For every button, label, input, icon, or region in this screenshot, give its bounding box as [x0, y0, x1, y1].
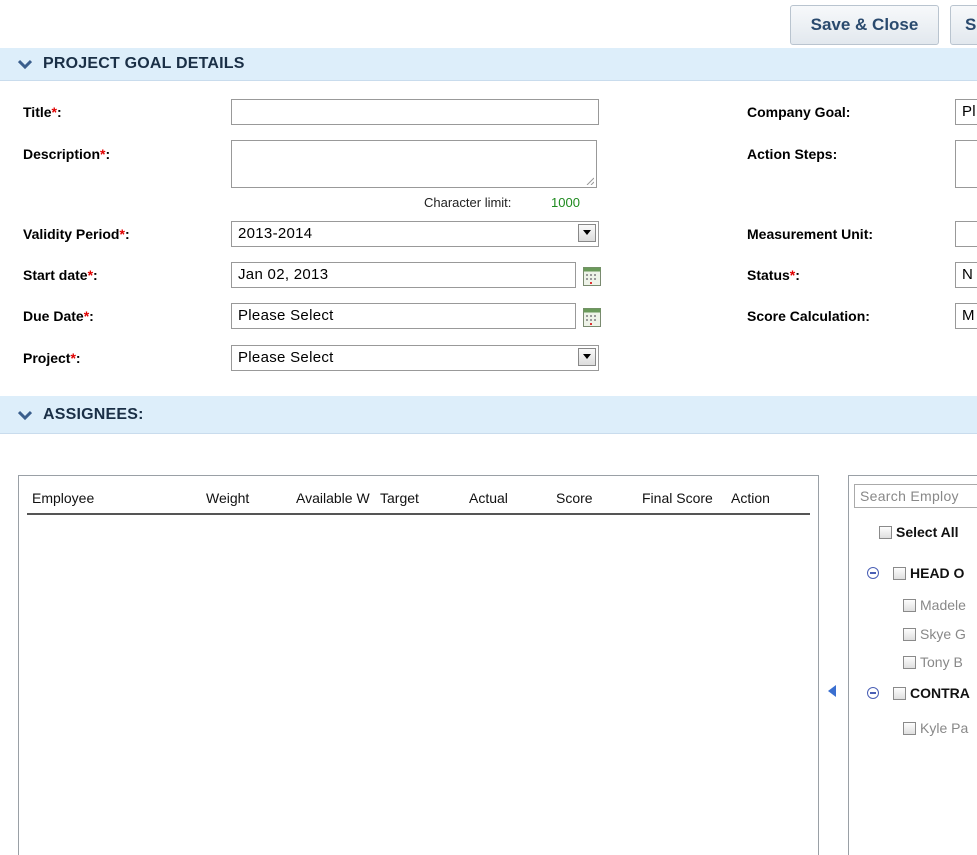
character-limit-label: Character limit:	[424, 195, 512, 210]
action-steps-textarea[interactable]	[955, 140, 977, 188]
project-value: Please Select	[238, 349, 334, 366]
measurement-unit-label: Measurement Unit:	[747, 226, 874, 242]
group-row[interactable]: CONTRA	[867, 685, 970, 701]
score-calculation-select[interactable]: M	[955, 303, 977, 329]
group-name: HEAD O	[910, 565, 965, 581]
select-all-label: Select All	[896, 524, 959, 540]
employee-row[interactable]: Madele	[903, 597, 966, 613]
section-title: ASSIGNEES:	[43, 405, 144, 423]
status-select[interactable]: N	[955, 262, 977, 288]
start-date-input[interactable]: Jan 02, 2013	[231, 262, 576, 288]
score-calculation-label: Score Calculation:	[747, 308, 870, 324]
employee-checkbox[interactable]	[903, 721, 916, 735]
start-date-label: Start date*:	[23, 267, 98, 283]
due-date-label: Due Date*:	[23, 308, 94, 324]
save-close-button[interactable]: Save & Close	[790, 5, 939, 45]
company-goal-select[interactable]: Pl	[955, 99, 977, 125]
company-goal-label: Company Goal:	[747, 104, 851, 120]
project-goal-details-header[interactable]: PROJECT GOAL DETAILS	[0, 48, 977, 81]
validity-period-value: 2013-2014	[238, 225, 313, 242]
employee-checkbox[interactable]	[903, 598, 916, 612]
column-header[interactable]: Actual	[469, 490, 508, 506]
title-label: Title*:	[23, 104, 62, 120]
chevron-down-icon	[18, 410, 32, 420]
group-name: CONTRA	[910, 685, 970, 701]
company-goal-value: Pl	[962, 103, 976, 120]
description-textarea[interactable]	[231, 140, 597, 188]
description-label: Description*:	[23, 146, 111, 162]
column-header[interactable]: Final Score	[642, 490, 713, 506]
employee-picker: Search Employ Select All HEAD O Madele S…	[848, 475, 977, 855]
column-header[interactable]: Score	[556, 490, 593, 506]
project-label: Project*:	[23, 350, 81, 366]
chevron-down-icon	[18, 59, 32, 70]
collapse-minus-icon[interactable]	[867, 567, 879, 579]
section-title: PROJECT GOAL DETAILS	[43, 55, 245, 72]
due-date-value: Please Select	[238, 307, 334, 324]
project-select[interactable]: Please Select	[231, 345, 599, 371]
column-header[interactable]: Action	[731, 490, 770, 506]
group-checkbox[interactable]	[893, 686, 906, 700]
employee-name: Skye G	[920, 626, 966, 642]
select-all-checkbox[interactable]	[879, 525, 892, 539]
employee-search-input[interactable]: Search Employ	[854, 484, 977, 508]
employee-checkbox[interactable]	[903, 655, 916, 669]
employee-name: Madele	[920, 597, 966, 613]
dropdown-arrow-icon[interactable]	[578, 348, 596, 366]
calendar-icon[interactable]	[583, 307, 601, 327]
group-row[interactable]: HEAD O	[867, 565, 964, 581]
validity-period-select[interactable]: 2013-2014	[231, 221, 599, 247]
column-header[interactable]: Available W	[296, 490, 378, 506]
collapse-minus-icon[interactable]	[867, 687, 879, 699]
start-date-value: Jan 02, 2013	[238, 266, 329, 283]
character-limit-value: 1000	[551, 195, 580, 210]
select-all-row[interactable]: Select All	[879, 524, 959, 540]
move-left-arrow-icon[interactable]	[828, 685, 836, 697]
column-header[interactable]: Target	[380, 490, 419, 506]
employee-name: Kyle Pa	[920, 720, 969, 736]
column-header[interactable]: Employee	[32, 490, 94, 506]
employee-row[interactable]: Tony B	[903, 654, 963, 670]
save-button[interactable]: S	[950, 5, 977, 45]
status-label: Status*:	[747, 267, 800, 283]
calendar-icon[interactable]	[583, 266, 601, 286]
resize-grip-icon[interactable]	[586, 177, 594, 185]
title-input[interactable]	[231, 99, 599, 125]
action-steps-label: Action Steps:	[747, 146, 838, 162]
measurement-unit-input[interactable]	[955, 221, 977, 247]
dropdown-arrow-icon[interactable]	[578, 224, 596, 242]
score-calculation-value: M	[962, 307, 975, 324]
header-divider	[27, 513, 810, 515]
due-date-input[interactable]: Please Select	[231, 303, 576, 329]
assignees-header[interactable]: ASSIGNEES:	[0, 396, 977, 434]
employee-checkbox[interactable]	[903, 627, 916, 641]
status-value: N	[962, 266, 974, 283]
column-header[interactable]: Weight	[206, 490, 249, 506]
assignees-table: Employee Weight Available W Target Actua…	[18, 475, 819, 855]
validity-period-label: Validity Period*:	[23, 226, 130, 242]
employee-row[interactable]: Skye G	[903, 626, 966, 642]
group-checkbox[interactable]	[893, 566, 906, 580]
employee-row[interactable]: Kyle Pa	[903, 720, 968, 736]
employee-name: Tony B	[920, 654, 963, 670]
